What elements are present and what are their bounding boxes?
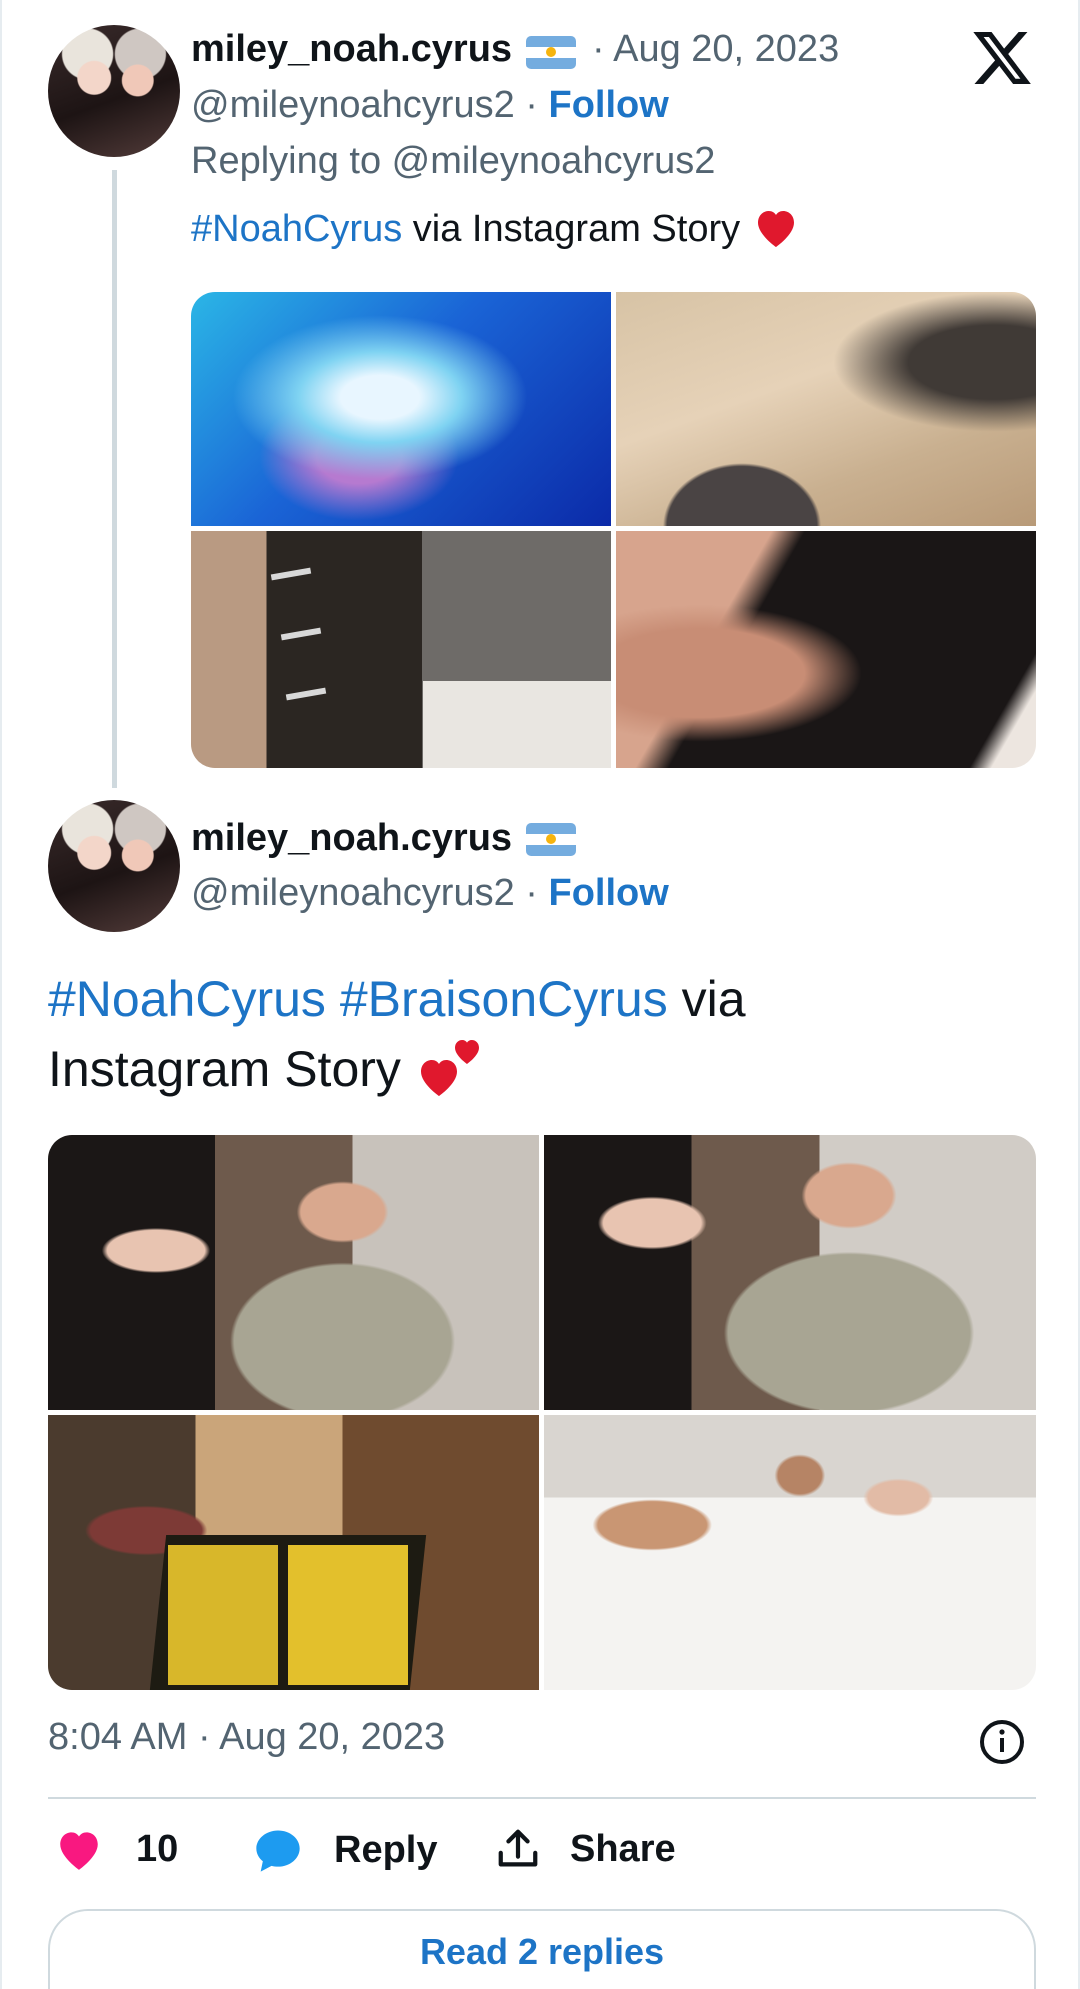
media-photo[interactable] [191,292,611,526]
hashtag-link[interactable]: #NoahCyrus [48,971,326,1027]
hashtag-link[interactable]: #NoahCyrus [191,208,402,250]
display-name[interactable]: miley_noah.cyrus [191,28,512,71]
share-icon [498,1829,538,1867]
reply-button[interactable]: Reply [252,1826,437,1874]
tweet-text-body: via Instagram Story [412,208,741,250]
user-handle[interactable]: @mileynoahcyrus2 [191,84,515,126]
tweet-date[interactable]: · Aug 20, 2023 [592,28,839,71]
avatar[interactable] [48,800,180,932]
media-photo[interactable] [48,1415,539,1690]
user-handle[interactable]: @mileynoahcyrus2 [191,872,515,914]
separator-dot: · [525,84,538,126]
thread-connector [112,170,117,788]
info-icon[interactable] [978,1718,1026,1766]
share-label: Share [570,1827,676,1870]
media-photo[interactable] [616,292,1036,526]
tweet-text-line-2: Instagram Story [48,1034,487,1102]
media-photo[interactable] [544,1135,1036,1410]
avatar[interactable] [48,25,180,157]
media-photo[interactable] [616,531,1036,768]
argentina-flag-icon [526,823,576,856]
red-heart-icon [757,211,794,247]
like-button[interactable]: 10 [54,1826,178,1872]
media-photo[interactable] [48,1135,539,1410]
follow-button[interactable]: Follow [549,84,669,126]
follow-button[interactable]: Follow [549,872,669,914]
heart-icon [60,1832,98,1870]
argentina-flag-icon [526,36,576,69]
separator-dot: · [525,872,538,914]
reply-label: Reply [334,1828,438,1871]
timestamp[interactable]: 8:04 AM · Aug 20, 2023 [48,1716,445,1759]
media-grid [191,292,1036,768]
tweet-card: miley_noah.cyrus · Aug 20, 2023 @mileyno… [0,0,1080,1989]
tweet-text-body: Instagram Story [48,1041,401,1097]
media-photo[interactable] [191,531,611,768]
speech-bubble-icon [256,1830,300,1872]
media-photo[interactable] [544,1415,1036,1690]
media-grid [48,1135,1036,1690]
two-hearts-icon [420,1040,479,1096]
tweet-text: #NoahCyrus #BraisonCyrus via [48,966,746,1032]
share-button[interactable]: Share [494,1826,676,1872]
hashtag-link[interactable]: #BraisonCyrus [340,971,668,1027]
display-name[interactable]: miley_noah.cyrus [191,817,512,860]
replying-to[interactable]: Replying to @mileynoahcyrus2 [191,140,715,183]
like-count: 10 [136,1827,179,1870]
x-logo-icon[interactable] [970,26,1034,90]
tweet-text-body: via [681,971,746,1027]
tweet-text: #NoahCyrus via Instagram Story [191,205,801,251]
divider [48,1797,1036,1799]
read-replies-button[interactable]: Read 2 replies [48,1909,1036,1989]
